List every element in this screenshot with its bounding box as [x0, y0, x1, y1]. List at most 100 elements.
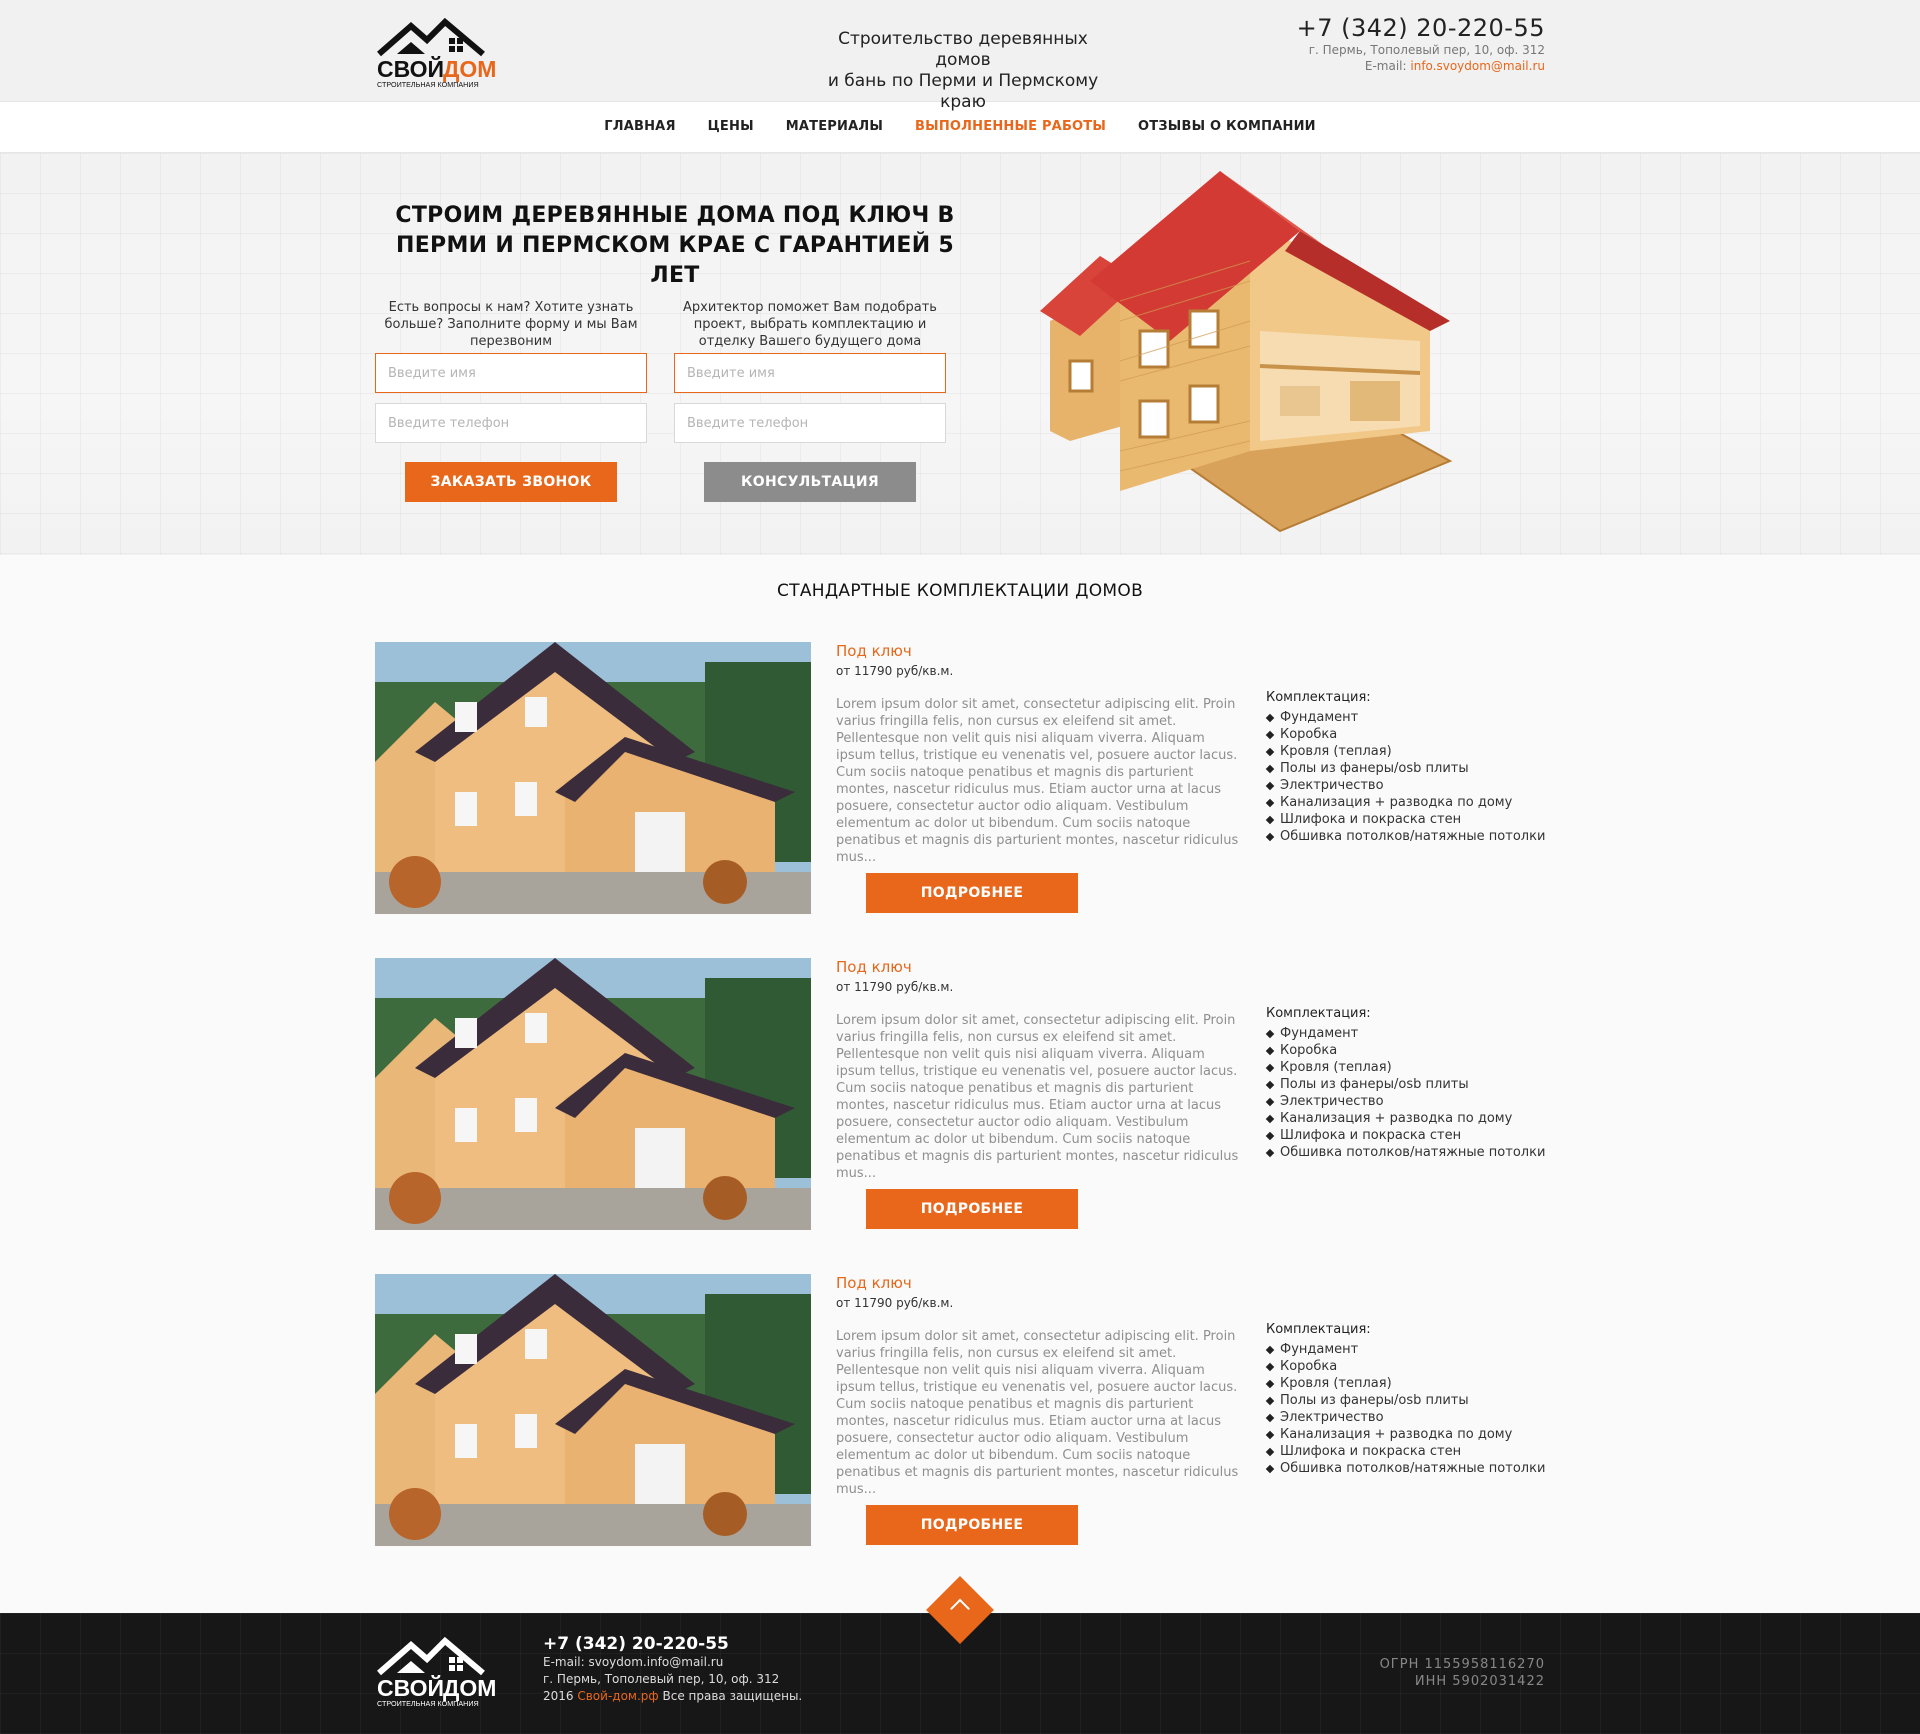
kit-item: Фундамент	[1266, 709, 1556, 726]
kit-item: Шлифока и покраска стен	[1266, 811, 1556, 828]
kit-item: Кровля (теплая)	[1266, 743, 1556, 760]
tagline-line-1: Строительство деревянных домов	[838, 29, 1088, 70]
hero-house-image	[1040, 171, 1453, 533]
header-phone[interactable]: +7 (342) 20-220-55	[1297, 14, 1545, 42]
details-button[interactable]: ПОДРОБНЕЕ	[866, 1505, 1078, 1545]
kit-item: Канализация + разводка по дому	[1266, 794, 1556, 811]
kit-title: Комплектация:	[1266, 1006, 1371, 1021]
footer-logo[interactable]: СВОЙ ДОМ СТРОИТЕЛЬНАЯ КОМПАНИЯ	[375, 1633, 503, 1709]
kit-item: Шлифока и покраска стен	[1266, 1443, 1556, 1460]
kit-item: Коробка	[1266, 1358, 1556, 1375]
kit-item: Шлифока и покраска стен	[1266, 1127, 1556, 1144]
hero-title: СТРОИМ ДЕРЕВЯННЫЕ ДОМА ПОД КЛЮЧ В ПЕРМИ …	[375, 201, 975, 291]
package-card: Под ключ от 11790 руб/кв.м. Lorem ipsum …	[375, 1274, 1545, 1590]
nav-item-prices[interactable]: ЦЕНЫ	[708, 119, 754, 134]
kit-item: Фундамент	[1266, 1025, 1556, 1042]
packages-title: СТАНДАРТНЫЕ КОМПЛЕКТАЦИИ ДОМОВ	[776, 581, 1144, 601]
kit-item: Полы из фанеры/osb плиты	[1266, 1392, 1556, 1409]
tagline-line-2: и бань по Перми и Пермскому краю	[827, 71, 1099, 112]
callback-hint: Есть вопросы к нам? Хотите узнать больше…	[384, 300, 638, 349]
kit-item: Электричество	[1266, 1409, 1556, 1426]
consult-name-input[interactable]	[674, 353, 946, 393]
kit-item: Кровля (теплая)	[1266, 1375, 1556, 1392]
kit-title: Комплектация:	[1266, 1322, 1371, 1337]
copyright-text: Все права защищены.	[658, 1689, 803, 1703]
package-description: Lorem ipsum dolor sit amet, consectetur …	[836, 1013, 1239, 1181]
consult-hint: Архитектор поможет Вам подобрать проект,…	[683, 300, 937, 349]
chevron-up-icon	[950, 1598, 970, 1619]
package-info: Под ключ от 11790 руб/кв.м. Lorem ipsum …	[836, 958, 1246, 1182]
header-email: E-mail: info.svoydom@mail.ru	[1297, 58, 1545, 74]
ogrn: ОГРН 1155958116270	[1379, 1657, 1545, 1672]
footer-copyright: 2016 Свой-дом.рф Все права защищены.	[543, 1688, 802, 1705]
details-button[interactable]: ПОДРОБНЕЕ	[866, 873, 1078, 913]
kit-item: Коробка	[1266, 1042, 1556, 1059]
package-kind: Под ключ	[836, 958, 912, 976]
footer-logo-brand-2: ДОМ	[443, 1675, 496, 1701]
kit-title: Комплектация:	[1266, 690, 1371, 705]
package-kind: Под ключ	[836, 1274, 912, 1292]
footer-email-label: E-mail:	[543, 1655, 589, 1669]
logo-brand-2: ДОМ	[443, 56, 496, 82]
footer-contacts: +7 (342) 20-220-55 E-mail: svoydom.info@…	[543, 1634, 802, 1705]
header-email-link[interactable]: info.svoydom@mail.ru	[1410, 59, 1545, 73]
header: СВОЙ ДОМ СТРОИТЕЛЬНАЯ КОМПАНИЯ Строитель…	[0, 0, 1920, 112]
package-info: Под ключ от 11790 руб/кв.м. Lorem ipsum …	[836, 642, 1246, 866]
kit-item: Электричество	[1266, 777, 1556, 794]
callback-phone-input[interactable]	[375, 403, 647, 443]
house-photo	[375, 1274, 811, 1546]
consultation-button[interactable]: КОНСУЛЬТАЦИЯ	[704, 462, 916, 502]
kit-item: Полы из фанеры/osb плиты	[1266, 760, 1556, 777]
kit-item: Коробка	[1266, 726, 1556, 743]
package-info: Под ключ от 11790 руб/кв.м. Lorem ipsum …	[836, 1274, 1246, 1498]
kit-item: Канализация + разводка по дому	[1266, 1110, 1556, 1127]
kit-item: Обшивка потолков/натяжные потолки	[1266, 1460, 1556, 1477]
kit-item: Кровля (теплая)	[1266, 1059, 1556, 1076]
kit-item: Обшивка потолков/натяжные потолки	[1266, 828, 1556, 845]
logo[interactable]: СВОЙ ДОМ СТРОИТЕЛЬНАЯ КОМПАНИЯ	[375, 14, 503, 90]
copyright-site-link[interactable]: Свой-дом.рф	[577, 1689, 658, 1703]
package-card: Под ключ от 11790 руб/кв.м. Lorem ipsum …	[375, 958, 1545, 1274]
footer-email-link[interactable]: svoydom.info@mail.ru	[588, 1655, 723, 1669]
header-address: г. Пермь, Тополевый пер, 10, оф. 312	[1308, 43, 1545, 57]
copyright-year: 2016	[543, 1689, 578, 1703]
nav-item-reviews[interactable]: ОТЗЫВЫ О КОМПАНИИ	[1138, 119, 1316, 134]
kit-item: Полы из фанеры/osb плиты	[1266, 1076, 1556, 1093]
footer-logo-subtitle: СТРОИТЕЛЬНАЯ КОМПАНИЯ	[377, 1699, 479, 1708]
footer-phone[interactable]: +7 (342) 20-220-55	[543, 1634, 802, 1654]
callback-name-input[interactable]	[375, 353, 647, 393]
inn: ИНН 5902031422	[1414, 1674, 1545, 1689]
package-description: Lorem ipsum dolor sit amet, consectetur …	[836, 697, 1239, 865]
package-price: от 11790 руб/кв.м.	[836, 980, 954, 994]
footer-logo-brand-1: СВОЙ	[377, 1674, 444, 1701]
order-call-button[interactable]: ЗАКАЗАТЬ ЗВОНОК	[405, 462, 617, 502]
hero-title-line-2: ПЕРМИ И ПЕРМСКОМ КРАЕ С ГАРАНТИЕЙ 5 ЛЕТ	[396, 233, 954, 288]
package-kit: Комплектация: Фундамент Коробка Кровля (…	[1266, 1322, 1556, 1477]
nav-item-home[interactable]: ГЛАВНАЯ	[604, 119, 675, 134]
kit-item: Обшивка потолков/натяжные потолки	[1266, 1144, 1556, 1161]
packages-section: СТАНДАРТНЫЕ КОМПЛЕКТАЦИИ ДОМОВ Под ключ …	[375, 555, 1545, 1590]
callback-form: Есть вопросы к нам? Хотите узнать больше…	[375, 299, 647, 502]
consult-form: Архитектор поможет Вам подобрать проект,…	[674, 299, 946, 502]
logo-subtitle: СТРОИТЕЛЬНАЯ КОМПАНИЯ	[377, 80, 479, 89]
tagline: Строительство деревянных домов и бань по…	[813, 29, 1113, 113]
footer-address: г. Пермь, Тополевый пер, 10, оф. 312	[543, 1672, 780, 1686]
hero: СТРОИМ ДЕРЕВЯННЫЕ ДОМА ПОД КЛЮЧ В ПЕРМИ …	[0, 153, 1920, 555]
header-contacts: +7 (342) 20-220-55 г. Пермь, Тополевый п…	[1297, 14, 1545, 74]
hero-title-line-1: СТРОИМ ДЕРЕВЯННЫЕ ДОМА ПОД КЛЮЧ В	[395, 203, 955, 228]
kit-item: Электричество	[1266, 1093, 1556, 1110]
footer-email: E-mail: svoydom.info@mail.ru	[543, 1654, 802, 1671]
package-price: от 11790 руб/кв.м.	[836, 1296, 954, 1310]
house-photo	[375, 958, 811, 1230]
consult-phone-input[interactable]	[674, 403, 946, 443]
header-email-label: E-mail:	[1364, 59, 1411, 73]
house-photo	[375, 642, 811, 914]
nav-item-completed-works[interactable]: ВЫПОЛНЕННЫЕ РАБОТЫ	[915, 119, 1106, 134]
details-button[interactable]: ПОДРОБНЕЕ	[866, 1189, 1078, 1229]
kit-item: Фундамент	[1266, 1341, 1556, 1358]
package-kit: Комплектация: Фундамент Коробка Кровля (…	[1266, 690, 1556, 845]
nav-item-materials[interactable]: МАТЕРИАЛЫ	[786, 119, 883, 134]
logo-brand-1: СВОЙ	[377, 55, 444, 82]
kit-item: Канализация + разводка по дому	[1266, 1426, 1556, 1443]
package-price: от 11790 руб/кв.м.	[836, 664, 954, 678]
